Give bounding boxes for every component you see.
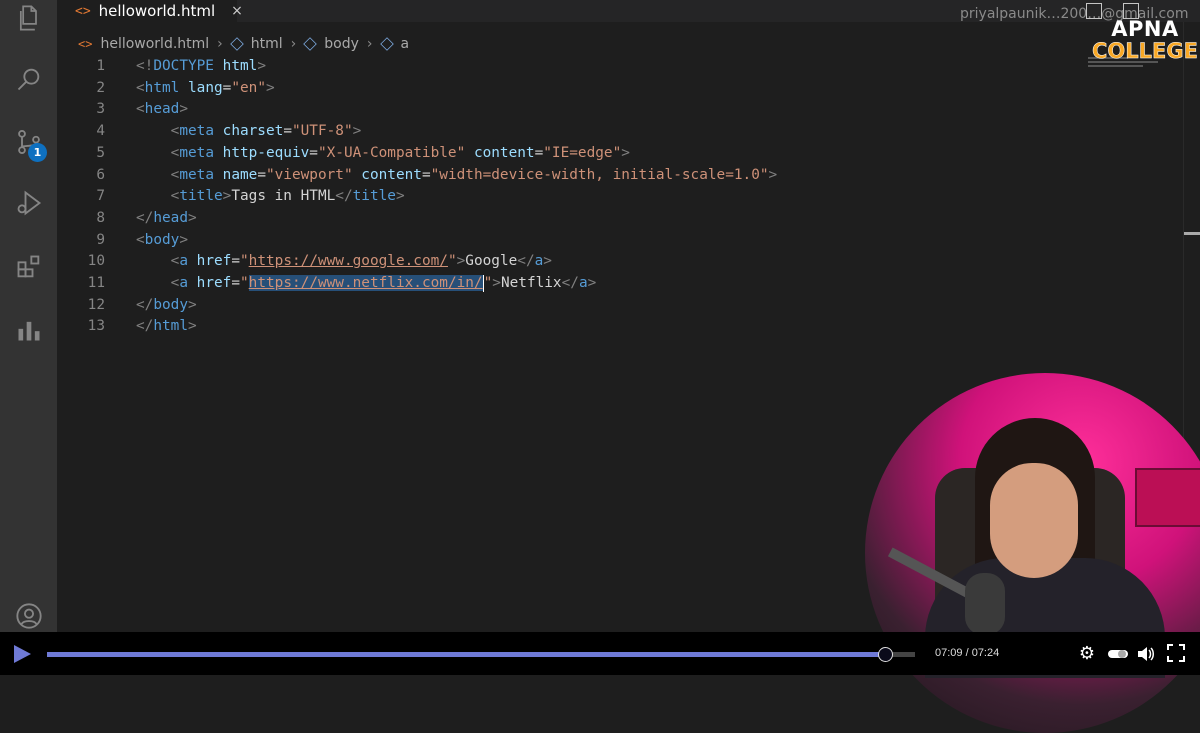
play-icon[interactable]: [14, 645, 31, 663]
html-file-icon: <>: [78, 37, 93, 51]
line-number: 13: [87, 318, 105, 335]
microphone: [965, 573, 1005, 635]
code-text: <a href="https://www.netflix.com/in/">Ne…: [170, 274, 597, 292]
line-number: 1: [96, 58, 105, 74]
breadcrumb-file[interactable]: helloworld.html: [100, 36, 209, 52]
code-text: </html>: [136, 318, 197, 335]
search-icon[interactable]: [14, 64, 44, 94]
breadcrumb: <> helloworld.html › html › body › a: [78, 34, 409, 54]
element-icon: [229, 37, 244, 51]
code-text: <meta http-equiv="X-UA-Compatible" conte…: [170, 144, 630, 161]
settings-icon[interactable]: ⚙: [1077, 644, 1097, 664]
run-debug-icon[interactable]: [14, 188, 44, 218]
scroll-position-marker: [1184, 232, 1200, 235]
logo-line1: APNA: [1111, 17, 1179, 41]
code-text: <title>Tags in HTML</title>: [170, 188, 405, 205]
code-text: <!DOCTYPE html>: [136, 58, 266, 74]
compare-changes-icon[interactable]: [1086, 3, 1102, 19]
code-text: <a href="https://www.google.com/">Google…: [170, 253, 552, 270]
line-number: 7: [96, 188, 105, 205]
apna-college-logo: APNA COLLEGE: [1092, 18, 1198, 62]
line-number: 5: [96, 144, 105, 161]
logo-line2: COLLEGE: [1092, 39, 1198, 63]
account-icon[interactable]: [14, 601, 44, 631]
extensions-icon[interactable]: [14, 252, 44, 282]
html-file-icon: <>: [75, 3, 91, 19]
line-number: 11: [87, 275, 105, 291]
line-number: 6: [96, 166, 105, 183]
webcam-overlay: [865, 373, 1200, 733]
line-number: 9: [96, 231, 105, 248]
activity-bar: 1: [0, 0, 57, 632]
breadcrumb-html[interactable]: html: [251, 36, 283, 52]
chevron-right-icon: ›: [290, 36, 297, 52]
code-text: </body>: [136, 296, 197, 313]
breadcrumb-a[interactable]: a: [401, 36, 410, 52]
tab-helloworld[interactable]: <> helloworld.html ×: [57, 0, 243, 22]
code-text: <body>: [136, 231, 188, 248]
code-text: </head>: [136, 209, 197, 226]
source-control-badge: 1: [28, 143, 47, 162]
stats-icon[interactable]: [14, 315, 44, 345]
volume-icon[interactable]: [1136, 644, 1156, 664]
tab-label: helloworld.html: [98, 2, 216, 20]
line-number: 10: [87, 253, 105, 270]
line-number: 4: [96, 123, 105, 140]
code-text: <html lang="en">: [136, 79, 275, 96]
background-monitor: [1135, 468, 1200, 527]
breadcrumb-body[interactable]: body: [324, 36, 359, 52]
close-tab-icon[interactable]: ×: [231, 3, 243, 19]
line-number: 8: [96, 209, 105, 226]
chevron-right-icon: ›: [217, 36, 223, 52]
progress-bar[interactable]: [47, 647, 915, 662]
toggle-icon[interactable]: [1106, 644, 1130, 664]
fullscreen-icon[interactable]: [1166, 644, 1186, 664]
chevron-right-icon: ›: [366, 36, 373, 52]
presenter-face: [990, 463, 1078, 578]
time-display: 07:09 / 07:24: [935, 647, 1000, 659]
minimap-line: [1088, 65, 1143, 67]
code-text: <meta charset="UTF-8">: [170, 123, 362, 140]
line-number: 12: [87, 296, 105, 313]
code-text: <head>: [136, 101, 188, 118]
line-number: 3: [96, 101, 105, 118]
element-icon: [303, 37, 318, 51]
element-icon: [379, 37, 394, 51]
line-number: 2: [96, 79, 105, 96]
explorer-icon[interactable]: [14, 3, 44, 33]
code-text: <meta name="viewport" content="width=dev…: [170, 166, 778, 183]
progress-fill: [47, 652, 886, 657]
